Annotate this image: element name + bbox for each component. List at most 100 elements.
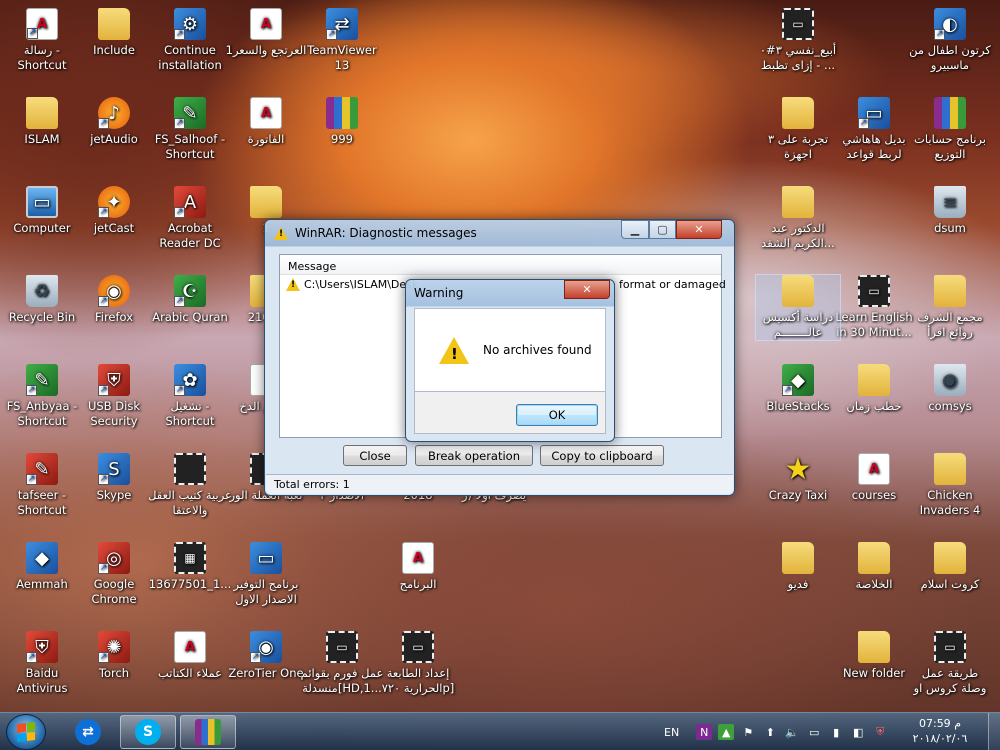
desktop-icon-label: TeamViewer 13 — [307, 43, 377, 72]
desktop-icon-label: Learn English in 30 Minut... — [835, 310, 913, 339]
shortcut-arrow-icon: ↗ — [27, 28, 38, 39]
shield-icon[interactable]: ⛨ — [872, 724, 888, 740]
red-icon: ⛨ ↗ — [26, 631, 58, 663]
folder-icon — [782, 275, 814, 307]
shortcut-arrow-icon: ↗ — [174, 118, 185, 129]
desktop-icon[interactable]: دراسة أكسيس عالــــــــم — [755, 274, 841, 341]
network-app-icon[interactable]: ▲ — [718, 724, 735, 740]
desktop-icon[interactable]: Chicken Invaders 4 — [908, 453, 992, 518]
desktop-icon[interactable]: ✦ ↗ jetCast — [72, 186, 156, 236]
windows-logo-icon — [17, 722, 35, 742]
desktop-icon[interactable]: ★ Crazy Taxi — [756, 453, 840, 503]
desktop-icon[interactable]: Include — [72, 8, 156, 58]
desktop-icon[interactable]: ▭ برنامج التوفير الاصدار الاول — [224, 542, 308, 607]
star-icon: ★ — [784, 451, 812, 487]
desktop-icon[interactable]: ◐ ↗ كرتون اطفال من ماسبيرو — [908, 8, 992, 73]
show-desktop-button[interactable] — [988, 713, 1000, 750]
desktop-icon[interactable]: ♪ ↗ jetAudio — [72, 97, 156, 147]
desktop-icon[interactable]: ◎ ↗ Google Chrome — [72, 542, 156, 607]
desktop-icon[interactable]: ◆ ↗ BlueStacks — [756, 364, 840, 414]
clock[interactable]: 07:59 م ٢٠١٨/٠٢/٠٦ — [905, 716, 975, 746]
desktop-icon[interactable]: Acourses — [832, 453, 916, 503]
close-window-button[interactable]: ✕ — [676, 220, 722, 239]
desktop-icon[interactable]: ▭ طريقة عمل وصلة كروس او — [908, 631, 992, 696]
desktop-icon[interactable]: الدكتور عبد الكريم الشقد... — [756, 186, 840, 251]
folder-icon — [934, 275, 966, 307]
desktop-icon[interactable]: A البرنامج — [376, 542, 460, 592]
warning-body: ! No archives found — [414, 308, 606, 392]
desktop-icon[interactable]: ▭ عمل فورم بقوائم منسدلة[HD,1... — [300, 631, 384, 696]
desktop-icon[interactable]: A 1العرتجع والسعر — [224, 8, 308, 58]
desktop-icon[interactable]: ◉ ↗ Firefox — [72, 275, 156, 325]
close-dialog-button[interactable]: ✕ — [564, 280, 610, 299]
onenote-icon[interactable]: N — [696, 724, 713, 740]
desktop-icon[interactable]: ⚙ ↗ Continue installation — [148, 8, 232, 73]
desktop-icon[interactable]: كروت اسلام — [908, 542, 992, 592]
desktop-icon[interactable]: ▦ 13677501_1... — [148, 542, 232, 592]
skype-icon: S — [135, 719, 161, 745]
desktop-icon-label: مجمع الشرف روائع اقرأ — [917, 310, 983, 339]
doc-icon: A — [250, 8, 282, 40]
desktop-icon-label: دراسة أكسيس عالــــــــم — [762, 310, 834, 339]
desktop-icon[interactable]: ✺ ↗ Torch — [72, 631, 156, 681]
desktop-icon[interactable]: ▭ ↗ بديل هاهاشي لربط قواعد — [832, 97, 916, 162]
desktop-icon[interactable]: ✿ ↗ تشغيل - Shortcut — [148, 364, 232, 429]
volume-icon[interactable]: 🔈 — [784, 724, 800, 740]
desktop-icon[interactable]: ⇄ ↗ TeamViewer 13 — [300, 8, 384, 73]
tray-app-icon[interactable]: ◧ — [850, 724, 866, 740]
arrow-icon[interactable]: ⬆ — [762, 724, 778, 740]
start-button[interactable] — [6, 714, 46, 750]
orange-icon: ✦ ↗ — [98, 186, 130, 218]
minimize-button[interactable]: ▁ — [621, 220, 649, 239]
shortcut-arrow-icon: ↗ — [98, 563, 109, 574]
desktop-icon[interactable]: ▭ Learn English in 30 Minut... — [832, 275, 916, 340]
red-icon: A ↗ — [174, 186, 206, 218]
desktop-icon[interactable]: ≡ dsum — [908, 186, 992, 236]
winrar-icon — [195, 719, 221, 745]
desktop-icon-label: comsys — [928, 399, 972, 413]
message-tail: format or damaged — [619, 277, 726, 291]
taskbar-teamviewer[interactable]: ⇄ — [60, 715, 116, 749]
warning-dialog[interactable]: Warning ✕ ! No archives found OK — [405, 279, 615, 442]
desktop-icon[interactable]: خطب زمان — [832, 364, 916, 414]
ok-button[interactable]: OK — [516, 404, 598, 426]
desktop-icon-label: Crazy Taxi — [768, 488, 828, 502]
desktop-icon[interactable]: مجمع الشرف روائع اقرأ — [908, 275, 992, 340]
desktop-icon[interactable]: ☪ ↗ Arabic Quran — [148, 275, 232, 325]
language-indicator[interactable]: EN — [664, 726, 679, 739]
flag-icon[interactable]: ⚑ — [740, 724, 756, 740]
warning-icon: ! — [286, 277, 300, 291]
folder-icon — [934, 542, 966, 574]
break-operation-button[interactable]: Break operation — [415, 445, 533, 466]
warning-icon: ! — [439, 336, 469, 364]
desktop-icon[interactable]: A عملاء الكتاتب — [148, 631, 232, 681]
desktop-icon[interactable]: ▭ إعداد الطابعة الحرارية ٧٢٠p] — [376, 631, 460, 696]
desktop-icon[interactable]: الخلاصة — [832, 542, 916, 592]
desktop-icon[interactable]: ▭ أبيع_نفسي ٣#٠ - إزاى تظبط ... — [756, 8, 840, 73]
close-button[interactable]: Close — [343, 445, 407, 466]
taskbar-winrar[interactable] — [180, 715, 236, 749]
desktop-icon[interactable]: 999 — [300, 97, 384, 147]
battery-icon[interactable]: ▮ — [828, 724, 844, 740]
desktop-icon[interactable]: تجربة على ٣ اجهزة — [756, 97, 840, 162]
video-icon: ▦ — [174, 542, 206, 574]
taskbar-skype[interactable]: S — [120, 715, 176, 749]
desktop-icon[interactable]: عربية كتيب العقل والاعتقا — [148, 453, 232, 518]
copy-to-clipboard-button[interactable]: Copy to clipboard — [540, 445, 664, 466]
desktop-icon[interactable]: فديو — [756, 542, 840, 592]
desktop-icon[interactable]: ✎ ↗ FS_Salhoof - Shortcut — [148, 97, 232, 162]
desktop-icon[interactable]: ⛨ ↗ USB Disk Security — [72, 364, 156, 429]
desktop-icon[interactable]: S ↗ Skype — [72, 453, 156, 503]
desktop-icon[interactable]: ◉ comsys — [908, 364, 992, 414]
desktop-icon[interactable]: New folder — [832, 631, 916, 681]
desktop-icon[interactable]: ◉ ↗ ZeroTier One — [224, 631, 308, 681]
message-column-header[interactable]: Message — [280, 255, 721, 275]
desktop-icon[interactable]: A الفاتورة — [224, 97, 308, 147]
desktop-icon-label: طريقة عمل وصلة كروس او — [913, 666, 987, 695]
video-icon — [174, 453, 206, 485]
desktop-icon[interactable]: A ↗ Acrobat Reader DC — [148, 186, 232, 251]
maximize-button[interactable]: ▢ — [649, 220, 676, 239]
desktop-icon[interactable]: برنامج حسابات التوزيع — [908, 97, 992, 162]
desktop-icon-label: تجربة على ٣ اجهزة — [767, 132, 829, 161]
monitor-icon[interactable]: ▭ — [806, 724, 822, 740]
